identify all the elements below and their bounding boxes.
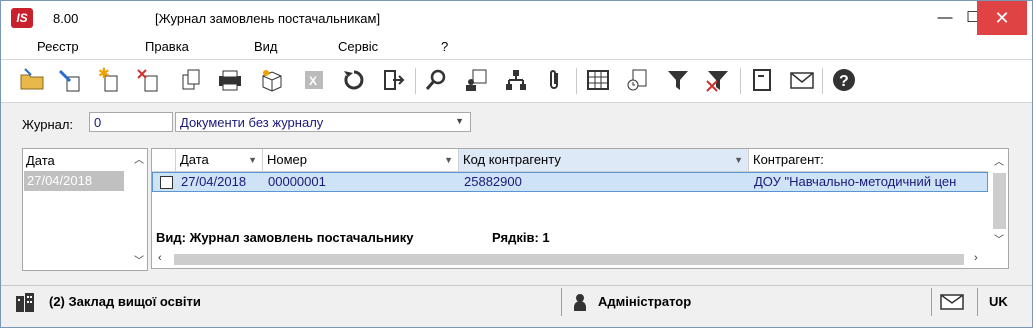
status-separator <box>561 288 562 316</box>
print-icon[interactable] <box>215 65 245 95</box>
menu-bar: Реєстр Правка Вид Сервіс ? <box>1 35 1032 60</box>
status-separator <box>931 288 932 316</box>
sort-icon[interactable]: ▼ <box>248 149 257 171</box>
scroll-left-icon[interactable]: ‹ <box>158 252 162 264</box>
document-icon[interactable] <box>747 65 777 95</box>
status-separator <box>977 288 978 316</box>
delete-icon[interactable] <box>134 65 164 95</box>
scroll-thumb[interactable] <box>993 173 1006 229</box>
mail-icon[interactable] <box>939 292 965 312</box>
column-header-label: Номер <box>267 152 308 167</box>
column-header-number[interactable]: Номер ▼ <box>263 149 459 171</box>
column-header-checkbox <box>152 149 176 171</box>
vertical-scrollbar[interactable]: ︿ ﹀ <box>990 149 1008 249</box>
open-folder-icon[interactable] <box>17 65 47 95</box>
edit-icon[interactable] <box>55 65 85 95</box>
status-bar: (2) Заклад вищої освіти Адміністратор UK <box>1 285 1032 316</box>
clear-filter-icon[interactable] <box>703 65 733 95</box>
date-panel-item[interactable]: 27/04/2018 <box>24 171 124 191</box>
toolbar: ✱ X ? <box>1 60 1032 103</box>
column-header-code[interactable]: Код контрагенту ▼ <box>459 149 749 171</box>
sort-icon[interactable]: ▼ <box>734 149 743 171</box>
building-icon <box>16 293 34 312</box>
attachment-icon[interactable] <box>539 65 569 95</box>
scroll-thumb[interactable] <box>174 254 964 265</box>
scroll-up-icon[interactable]: ︿ <box>134 151 144 166</box>
hierarchy-icon[interactable] <box>501 65 531 95</box>
date-panel-header: Дата <box>26 153 55 168</box>
filter-icon[interactable] <box>663 65 693 95</box>
refresh-icon[interactable] <box>339 65 369 95</box>
package-icon[interactable] <box>257 65 287 95</box>
application-window: IS 8.00 [Журнал замовлень постачальникам… <box>0 0 1033 328</box>
help-icon[interactable]: ? <box>829 65 859 95</box>
close-button[interactable]: ✕ <box>977 1 1027 35</box>
grid-row-count: Рядків: 1 <box>492 230 550 245</box>
export-excel-icon[interactable]: X <box>299 65 329 95</box>
column-header-date[interactable]: Дата ▼ <box>176 149 263 171</box>
window-title: [Журнал замовлень постачальникам] <box>155 11 381 26</box>
journal-label: Журнал: <box>22 117 74 132</box>
journal-select[interactable]: Документи без журналу ▼ <box>175 112 471 132</box>
row-checkbox[interactable] <box>160 176 173 189</box>
date-filter-panel: Дата 27/04/2018 ︿ ﹀ <box>22 148 148 271</box>
title-bar[interactable]: IS 8.00 [Журнал замовлень постачальникам… <box>1 1 1032 35</box>
toolbar-separator <box>415 68 416 94</box>
cell-contractor: ДОУ "Навчально-методичний цен <box>754 174 957 189</box>
status-organization[interactable]: (2) Заклад вищої освіти <box>49 294 201 309</box>
search-icon[interactable] <box>421 65 451 95</box>
journal-select-value: Документи без журналу <box>180 115 324 130</box>
toolbar-separator <box>822 68 823 94</box>
menu-registry[interactable]: Реєстр <box>37 39 79 54</box>
app-version: 8.00 <box>53 11 79 26</box>
scroll-down-icon[interactable]: ﹀ <box>134 252 144 267</box>
language-indicator[interactable]: UK <box>989 294 1008 309</box>
mail-icon[interactable] <box>787 65 817 95</box>
status-user[interactable]: Адміністратор <box>598 294 691 309</box>
user-icon <box>574 294 586 311</box>
menu-help[interactable]: ? <box>441 39 448 54</box>
table-row[interactable]: 27/04/2018 00000001 25882900 ДОУ "Навчал… <box>152 172 988 192</box>
sort-icon[interactable]: ▼ <box>444 149 453 171</box>
menu-view[interactable]: Вид <box>254 39 278 54</box>
horizontal-scrollbar[interactable]: ‹ › <box>152 251 988 268</box>
column-header-contractor[interactable]: Контрагент: <box>749 149 988 171</box>
table-icon[interactable] <box>583 65 613 95</box>
document-clock-icon[interactable] <box>623 65 653 95</box>
orders-grid: Дата ▼ Номер ▼ Код контрагенту ▼ Контрагент… <box>151 148 1009 269</box>
scroll-right-icon[interactable]: › <box>974 252 978 264</box>
menu-service[interactable]: Сервіс <box>338 39 378 54</box>
svg-text:✱: ✱ <box>98 65 110 81</box>
app-logo: IS <box>11 8 33 28</box>
scroll-down-icon[interactable]: ﹀ <box>994 231 1004 246</box>
grid-view-label: Вид: Журнал замовлень постачальнику <box>156 230 414 245</box>
column-header-label: Код контрагенту <box>463 152 561 167</box>
column-header-label: Дата <box>180 152 209 167</box>
cell-number: 00000001 <box>268 174 326 189</box>
svg-text:?: ? <box>839 73 849 90</box>
cell-code: 25882900 <box>464 174 522 189</box>
toolbar-separator <box>576 68 577 94</box>
user-card-icon[interactable] <box>461 65 491 95</box>
column-header-label: Контрагент: <box>753 152 824 167</box>
svg-text:X: X <box>309 74 317 88</box>
grid-header: Дата ▼ Номер ▼ Код контрагенту ▼ Контрагент… <box>152 149 988 172</box>
cell-date: 27/04/2018 <box>181 174 247 189</box>
menu-edit[interactable]: Правка <box>145 39 189 54</box>
journal-number-field[interactable]: 0 <box>89 112 173 132</box>
chevron-down-icon[interactable]: ▼ <box>455 116 464 126</box>
scroll-up-icon[interactable]: ︿ <box>994 153 1004 168</box>
new-document-icon[interactable]: ✱ <box>94 65 124 95</box>
toolbar-separator <box>740 68 741 94</box>
exit-icon[interactable] <box>379 65 409 95</box>
copy-icon[interactable] <box>176 65 206 95</box>
